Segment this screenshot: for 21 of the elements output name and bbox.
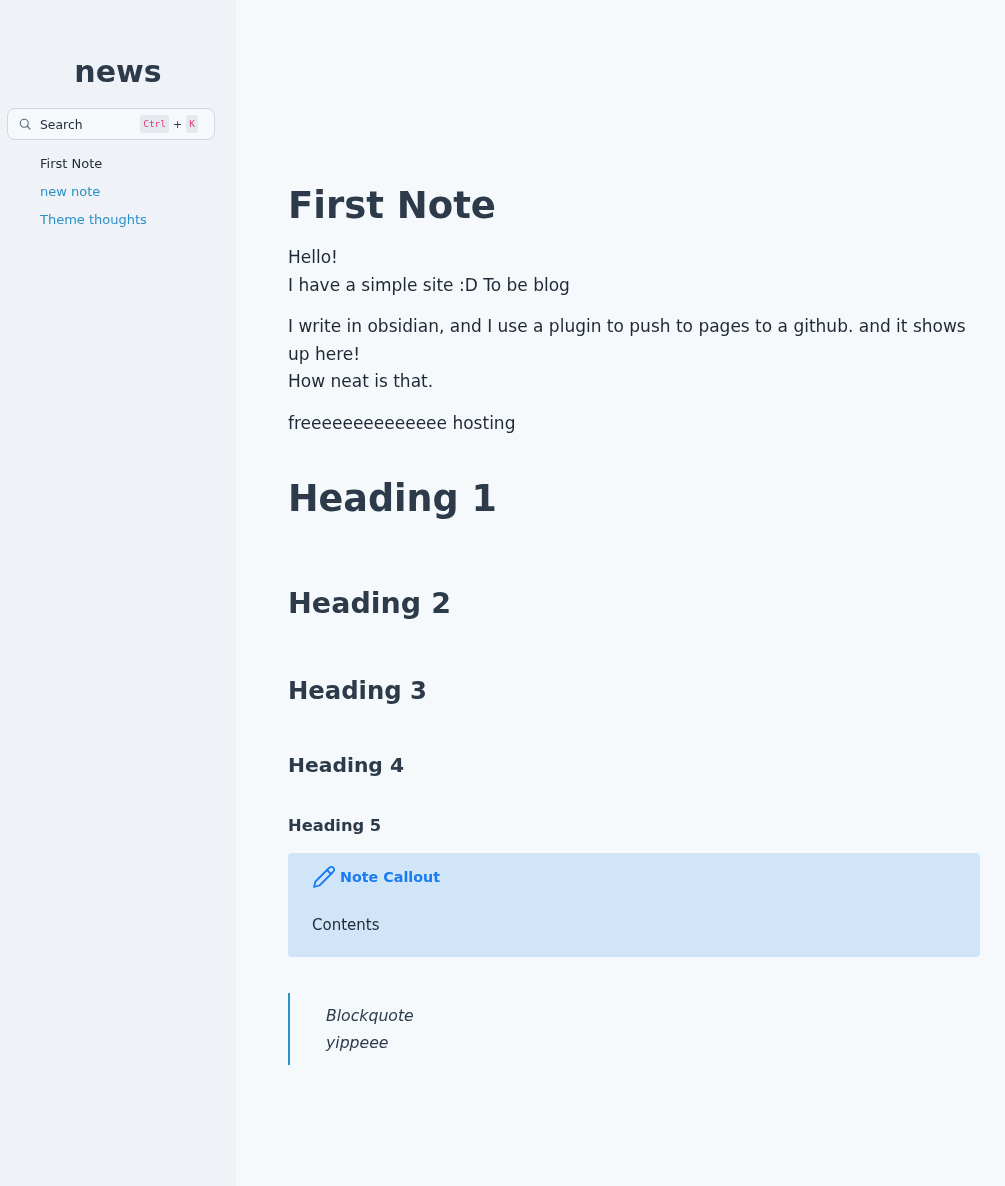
heading-four: Heading 4 — [288, 751, 405, 779]
heading-three: Heading 3 — [288, 674, 428, 707]
paragraph: Hello! I have a simple site :D To be blog — [288, 246, 571, 297]
search-label: Search — [40, 116, 84, 132]
heading-one: Heading 1 — [288, 475, 498, 522]
nav-link[interactable]: First Note — [40, 150, 103, 178]
search-icon — [19, 118, 31, 130]
paragraph: I write in obsidian, and I use a plugin to push to pages to a github. and it shows up here! How neat is that. — [288, 315, 967, 393]
paragraph: freeeeeeeeeeeeee hosting — [288, 411, 517, 435]
shortcut-key: K — [186, 115, 198, 133]
shortcut-key: Ctrl — [140, 115, 170, 133]
note-title: First Note — [288, 183, 497, 229]
search-field[interactable]: Search Ctrl + K — [7, 108, 215, 140]
blockquote: Blockquote yippeee — [288, 992, 980, 1065]
heading-five: Heading 5 — [288, 814, 383, 837]
heading-two: Heading 2 — [288, 585, 453, 622]
site-title: news — [74, 53, 162, 91]
callout-title: Note Callout — [340, 867, 441, 887]
callout-text: Contents — [312, 914, 381, 936]
pencil-icon — [312, 864, 336, 889]
shortcut-separator: + — [173, 117, 183, 131]
